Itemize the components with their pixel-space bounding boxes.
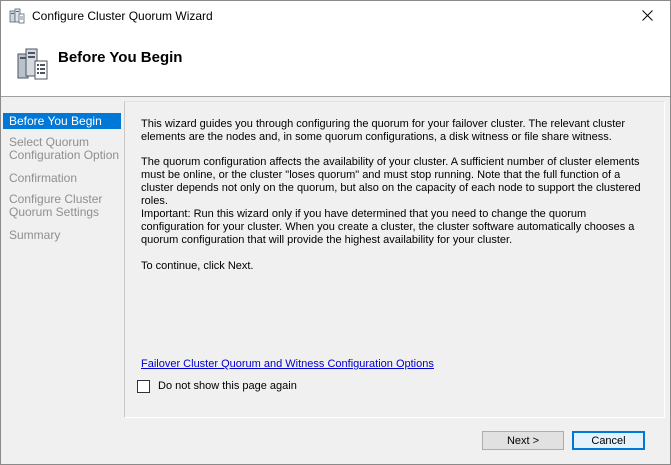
important-paragraph: Important: Run this wizard only if you h… — [141, 208, 635, 246]
dont-show-again-label[interactable]: Do not show this page again — [158, 380, 297, 392]
button-area-divider — [124, 418, 665, 419]
content-panel: This wizard guides you through configuri… — [124, 101, 665, 418]
dont-show-again-row[interactable]: Do not show this page again — [137, 378, 297, 394]
quorum-paragraph: The quorum configuration affects the ava… — [141, 156, 641, 207]
dont-show-again-checkbox[interactable] — [137, 379, 150, 393]
cancel-button[interactable]: Cancel — [572, 431, 645, 450]
window-title: Configure Cluster Quorum Wizard — [32, 9, 213, 23]
quorum-options-link[interactable]: Failover Cluster Quorum and Witness Conf… — [141, 358, 434, 370]
wizard-window: Configure Cluster Quorum Wizard Before Y… — [0, 0, 671, 465]
close-icon — [641, 9, 653, 24]
cluster-servers-icon — [15, 46, 51, 82]
continue-paragraph: To continue, click Next. — [141, 260, 254, 272]
step-confirmation[interactable]: Confirmation — [3, 172, 121, 185]
step-before-you-begin[interactable]: Before You Begin — [3, 113, 121, 129]
step-select-quorum-configuration-option[interactable]: Select Quorum Configuration Option — [3, 136, 121, 162]
title-bar[interactable]: Configure Cluster Quorum Wizard — [1, 1, 670, 32]
step-configure-cluster-quorum-settings[interactable]: Configure Cluster Quorum Settings — [3, 193, 121, 219]
next-button[interactable]: Next > — [482, 431, 564, 450]
close-button[interactable] — [624, 1, 670, 32]
wizard-body: Before You Begin Select Quorum Configura… — [1, 97, 670, 464]
page-title: Before You Begin — [58, 49, 183, 66]
step-summary[interactable]: Summary — [3, 229, 121, 242]
cluster-app-icon — [9, 8, 25, 24]
steps-sidebar: Before You Begin Select Quorum Configura… — [1, 97, 123, 417]
wizard-header: Before You Begin — [1, 32, 670, 96]
intro-paragraph: This wizard guides you through configuri… — [141, 118, 626, 143]
